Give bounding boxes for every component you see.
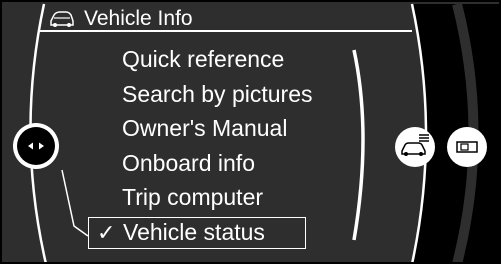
menu-item-label: Onboard info xyxy=(122,149,255,176)
screen-display-icon[interactable] xyxy=(446,126,488,168)
menu-item-label: Trip computer xyxy=(122,184,264,210)
page-title: Vehicle Info xyxy=(84,7,193,30)
menu-item-quick-reference[interactable]: Quick reference xyxy=(88,42,312,77)
menu-item-owners-manual[interactable]: Owner's Manual xyxy=(88,111,312,146)
car-menu-icon[interactable] xyxy=(394,126,436,168)
left-right-arrows-icon[interactable] xyxy=(12,122,60,170)
checkmark-icon: ✓ xyxy=(97,219,116,245)
menu-item-label: Quick reference xyxy=(122,46,285,72)
vehicle-info-screen: Vehicle Info Quick reference Search by p… xyxy=(0,0,501,264)
menu-item-label: Search by pictures xyxy=(122,80,313,107)
vehicle-info-menu: Quick reference Search by pictures Owner… xyxy=(88,42,312,249)
menu-item-onboard-info[interactable]: Onboard info xyxy=(88,146,312,181)
menu-item-label: Owner's Manual xyxy=(122,115,288,141)
car-info-icon xyxy=(48,10,76,28)
header: Vehicle Info xyxy=(48,6,193,32)
menu-item-trip-computer[interactable]: Trip computer xyxy=(88,180,312,215)
menu-item-search-by-pictures[interactable]: Search by pictures xyxy=(88,77,312,112)
selection-leader-line xyxy=(61,169,89,237)
menu-item-vehicle-status[interactable]: ✓ Vehicle status xyxy=(88,216,306,249)
right-inner-arc xyxy=(352,49,365,241)
menu-item-label: Vehicle status xyxy=(123,218,265,245)
